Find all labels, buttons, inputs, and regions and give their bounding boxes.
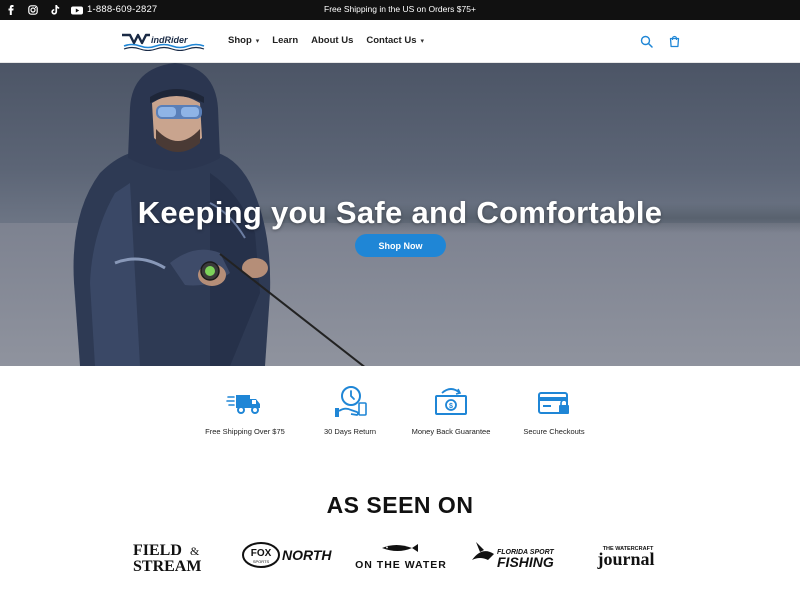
field-stream-logo: FIELD & STREAM bbox=[132, 540, 222, 580]
as-seen-on-title: AS SEEN ON bbox=[326, 492, 474, 518]
chevron-down-icon: ▾ bbox=[255, 37, 260, 45]
fox-sports-north-logo: FOX SPORTS NORTH bbox=[241, 540, 336, 580]
secure-card-icon bbox=[535, 385, 573, 419]
svg-text:indRider: indRider bbox=[151, 35, 188, 45]
nav-item-label: About Us bbox=[311, 35, 354, 46]
delivery-truck-icon bbox=[226, 385, 264, 419]
announcement-bar: 1-888-609-2827 Free Shipping in the US o… bbox=[0, 0, 800, 20]
nav-item-contact-us[interactable]: Contact Us ▾ bbox=[366, 35, 424, 46]
nav-item-shop[interactable]: Shop ▾ bbox=[228, 35, 259, 46]
cart-icon[interactable] bbox=[668, 35, 682, 49]
features-row: Free Shipping Over $75 30 Days Return $ … bbox=[190, 385, 610, 445]
promo-message: Free Shipping in the US on Orders $75+ bbox=[324, 4, 476, 14]
watercraft-line2: journal bbox=[596, 549, 654, 569]
feature-30-days-return: 30 Days Return bbox=[295, 385, 405, 436]
svg-text:$: $ bbox=[449, 403, 453, 410]
feature-secure-checkouts: Secure Checkouts bbox=[499, 385, 609, 436]
nav-item-label: Shop bbox=[228, 35, 252, 46]
clock-return-icon bbox=[331, 385, 369, 419]
on-the-water-logo: ON THE WATER bbox=[354, 540, 448, 580]
field-stream-line2: STREAM bbox=[133, 558, 201, 574]
nav-item-learn[interactable]: Learn bbox=[272, 35, 298, 46]
florida-sport-fishing-logo: FLORIDA SPORT FISHING bbox=[470, 540, 556, 580]
feature-free-shipping: Free Shipping Over $75 bbox=[190, 385, 300, 436]
hero-title: Keeping you Safe and Comfortable bbox=[137, 195, 663, 230]
feature-label: Free Shipping Over $75 bbox=[205, 427, 285, 436]
feature-label: Secure Checkouts bbox=[523, 427, 585, 436]
site-header: indRider Shop ▾ Learn About Us Contact U… bbox=[0, 20, 800, 63]
feature-money-back: $ Money Back Guarantee bbox=[396, 385, 506, 436]
fox-badge-text: FOX bbox=[251, 548, 272, 559]
nav-item-label: Contact Us bbox=[366, 35, 417, 46]
main-nav: Shop ▾ Learn About Us Contact Us ▾ bbox=[228, 35, 437, 46]
field-stream-line1: FIELD bbox=[133, 542, 182, 559]
hero-banner: Keeping you Safe and Comfortable Shop No… bbox=[0, 63, 800, 366]
brand-logo[interactable]: indRider bbox=[120, 31, 210, 52]
fox-sub-text: SPORTS bbox=[253, 559, 270, 564]
press-logos: FIELD & STREAM FOX SPORTS NORTH ON THE W… bbox=[0, 540, 800, 580]
feature-label: Money Back Guarantee bbox=[411, 427, 491, 436]
on-the-water-text: ON THE WATER bbox=[355, 559, 447, 571]
feature-label: 30 Days Return bbox=[323, 427, 377, 436]
shop-now-button[interactable]: Shop Now bbox=[355, 234, 446, 257]
field-stream-amp: & bbox=[190, 544, 200, 558]
chevron-down-icon: ▾ bbox=[420, 37, 425, 45]
money-back-icon: $ bbox=[432, 385, 470, 419]
watercraft-journal-logo: THE WATERCRAFT journal bbox=[586, 540, 666, 580]
fox-north-text: NORTH bbox=[282, 547, 332, 563]
florida-line2: FISHING bbox=[497, 554, 554, 570]
search-icon[interactable] bbox=[640, 35, 654, 49]
header-actions bbox=[640, 35, 682, 49]
nav-item-about-us[interactable]: About Us bbox=[311, 35, 353, 46]
nav-item-label: Learn bbox=[272, 35, 299, 46]
